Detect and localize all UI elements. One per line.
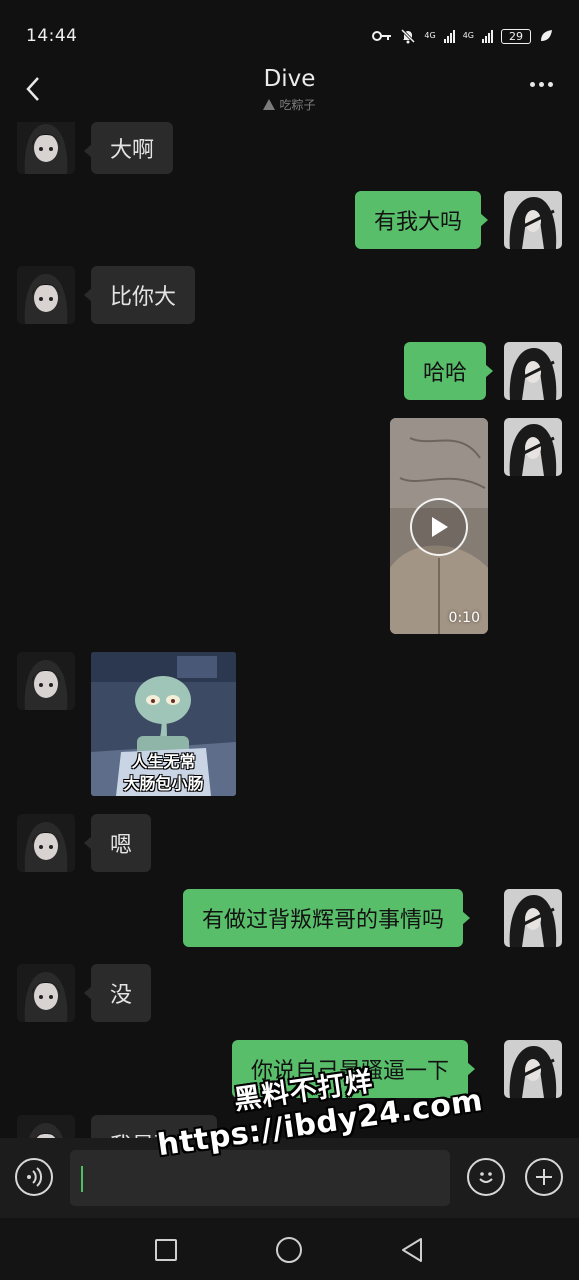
signal-icon-2 <box>482 29 493 43</box>
chat-screen: 14:44 4G 4G 29 Dive 吃粽子 大啊 有我大吗 比你大 哈哈 0… <box>0 0 579 1280</box>
home-button[interactable] <box>275 1236 303 1264</box>
message-bubble-in[interactable]: 比你大 <box>83 266 196 324</box>
my-avatar[interactable] <box>504 418 562 476</box>
plus-icon <box>536 1169 552 1185</box>
circle-icon <box>276 1237 302 1263</box>
video-duration: 0:10 <box>448 610 480 626</box>
sticker-caption-1: 人生无常 <box>131 752 196 771</box>
message-bubble-out[interactable]: 有我大吗 <box>355 191 489 249</box>
battery-icon: 29 <box>501 28 531 44</box>
play-icon <box>432 517 448 537</box>
video-message[interactable]: 0:10 <box>390 418 488 634</box>
contact-avatar[interactable] <box>17 1115 75 1138</box>
message-bubble-in[interactable]: 没 <box>83 964 152 1022</box>
status-time: 14:44 <box>26 26 78 46</box>
sticker-message[interactable]: 人生无常 大肠包小肠 <box>91 652 236 796</box>
contact-avatar[interactable] <box>17 266 75 324</box>
network-type-1: 4G <box>424 31 436 40</box>
more-functions-button[interactable] <box>525 1158 563 1196</box>
message-bubble-out[interactable]: 你说自己是骚逼一下 <box>232 1040 476 1098</box>
message-bubble-in[interactable]: 我是骚逼 <box>83 1115 218 1138</box>
square-icon <box>155 1239 177 1261</box>
emoji-icon <box>479 1172 493 1183</box>
mute-bell-icon <box>401 28 416 44</box>
network-type-2: 4G <box>462 31 474 40</box>
chat-title: Dive <box>263 66 316 92</box>
nav-back-button[interactable] <box>398 1236 426 1264</box>
sticker-caption-2: 大肠包小肠 <box>123 774 204 793</box>
message-input[interactable] <box>70 1150 450 1206</box>
message-bubble-in[interactable]: 嗯 <box>83 814 152 872</box>
contact-avatar[interactable] <box>17 652 75 710</box>
triangle-back-icon <box>402 1238 422 1262</box>
contact-avatar[interactable] <box>17 814 75 872</box>
recent-apps-button[interactable] <box>152 1236 180 1264</box>
my-avatar[interactable] <box>504 1040 562 1098</box>
emoji-button[interactable] <box>467 1158 505 1196</box>
input-bar <box>0 1138 579 1218</box>
message-bubble-in[interactable]: 大啊 <box>83 122 174 174</box>
my-avatar[interactable] <box>504 889 562 947</box>
message-bubble-out[interactable]: 有做过背叛辉哥的事情吗 <box>183 889 471 947</box>
chat-header: Dive 吃粽子 <box>0 60 579 122</box>
voice-icon <box>27 1167 43 1187</box>
play-button[interactable] <box>410 498 468 556</box>
voice-button[interactable] <box>15 1158 53 1196</box>
my-avatar[interactable] <box>504 191 562 249</box>
contact-avatar[interactable] <box>17 122 75 174</box>
key-icon <box>372 31 392 41</box>
more-dots-icon <box>530 82 535 87</box>
leaf-icon <box>541 30 552 41</box>
my-avatar[interactable] <box>504 342 562 400</box>
game-icon <box>263 99 276 110</box>
chat-subtitle-text: 吃粽子 <box>279 98 316 112</box>
signal-icon <box>443 29 455 43</box>
message-list[interactable]: 大啊 有我大吗 比你大 哈哈 0:10 人生无常 大肠包小肠 嗯 有做过背叛辉哥… <box>0 122 579 1138</box>
message-bubble-out[interactable]: 哈哈 <box>404 342 494 400</box>
system-nav-bar <box>0 1218 579 1280</box>
more-button[interactable] <box>530 82 553 87</box>
status-icons: 4G 4G 29 <box>372 28 553 44</box>
contact-avatar[interactable] <box>17 964 75 1022</box>
text-caret <box>81 1166 83 1192</box>
chat-subtitle: 吃粽子 <box>0 96 579 113</box>
